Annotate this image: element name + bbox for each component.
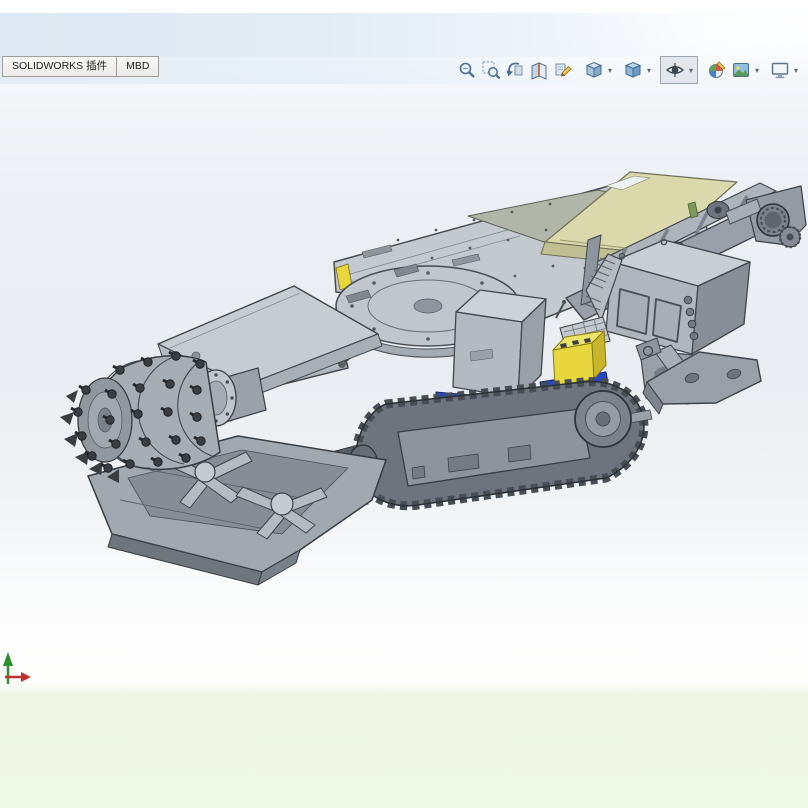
hide-show-items-dropdown-caret[interactable]: ▾ xyxy=(687,66,695,75)
crawler-track[interactable] xyxy=(331,377,653,511)
apply-scene-dropdown-caret[interactable]: ▾ xyxy=(753,66,761,75)
previous-view-icon[interactable] xyxy=(503,58,527,82)
heads-up-view-toolbar: ▾ ▾ ▾ ▾ ▾ xyxy=(455,56,800,84)
view-settings-dropdown-caret[interactable]: ▾ xyxy=(792,66,800,75)
edit-appearance-icon[interactable] xyxy=(705,58,729,82)
model-viewport[interactable] xyxy=(0,0,808,808)
display-style-icon[interactable] xyxy=(621,58,645,82)
annotation-views-icon[interactable] xyxy=(551,58,575,82)
command-manager-tabs: SOLIDWORKS 插件 MBD xyxy=(2,56,160,77)
display-style-dropdown-caret[interactable]: ▾ xyxy=(645,66,653,75)
y-axis-arrow xyxy=(3,652,13,666)
hide-show-items-button[interactable]: ▾ xyxy=(660,56,698,84)
zoom-to-fit-icon[interactable] xyxy=(455,58,479,82)
section-view-icon[interactable] xyxy=(527,58,551,82)
view-orientation-icon[interactable] xyxy=(582,58,606,82)
tab-mbd[interactable]: MBD xyxy=(116,56,160,77)
solidworks-graphics-area[interactable]: SOLIDWORKS 插件 MBD ▾ ▾ ▾ ▾ ▾ xyxy=(0,0,808,808)
view-settings-icon[interactable] xyxy=(768,58,792,82)
apply-scene-icon[interactable] xyxy=(729,58,753,82)
zoom-to-area-icon[interactable] xyxy=(479,58,503,82)
tab-solidworks-plugins[interactable]: SOLIDWORKS 插件 xyxy=(2,56,118,77)
coordinate-triad[interactable] xyxy=(3,652,31,684)
x-axis-arrow xyxy=(21,672,31,682)
view-orientation-dropdown-caret[interactable]: ▾ xyxy=(606,66,614,75)
hide-show-items-icon[interactable] xyxy=(663,58,687,82)
